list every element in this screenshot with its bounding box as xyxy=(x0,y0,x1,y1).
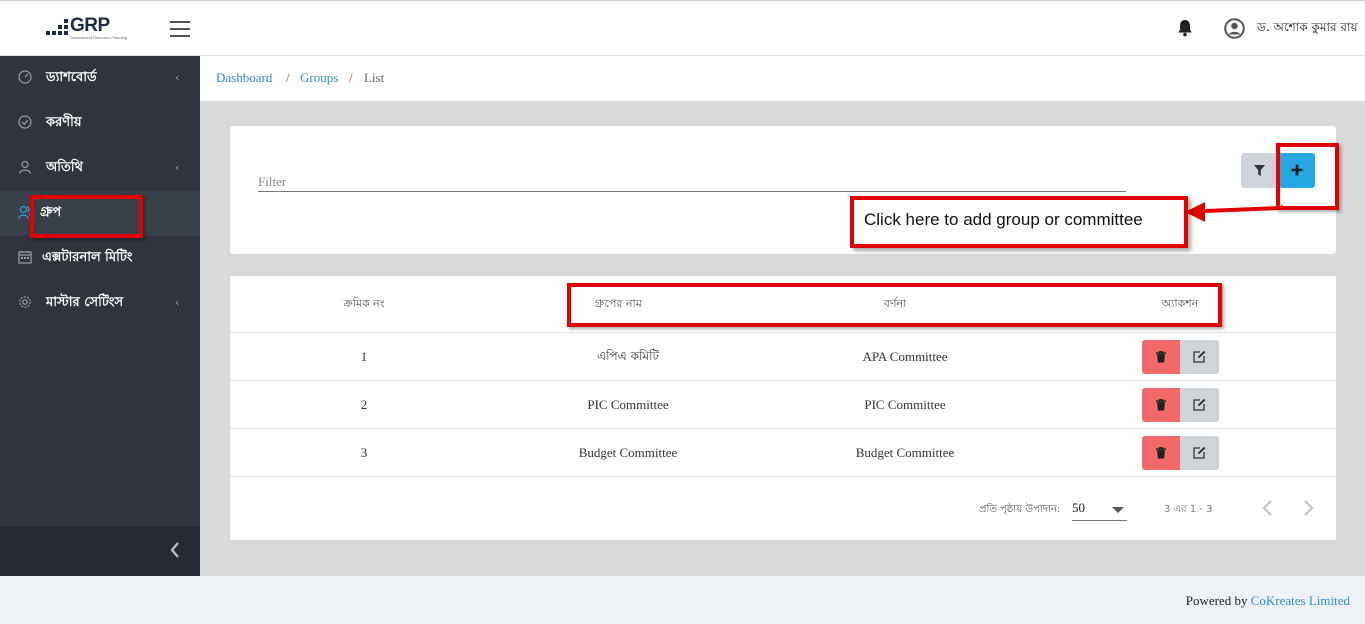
row-group-name: এপিএ কমিটি xyxy=(596,349,660,363)
breadcrumb-current: List xyxy=(364,70,385,85)
sidebar-item-label: অতিথি xyxy=(46,160,83,175)
company-link[interactable]: CoKreates Limited xyxy=(1251,593,1350,608)
logo-dots xyxy=(46,19,68,39)
page-range-label: 3 এর 1 - 3 xyxy=(1164,504,1213,515)
speedometer-icon xyxy=(18,70,32,84)
annotation-callout: Click here to add group or committee xyxy=(850,196,1188,248)
gear-icon xyxy=(19,296,31,308)
user-icon xyxy=(18,160,32,174)
edit-icon xyxy=(1193,398,1206,411)
edit-button[interactable] xyxy=(1180,340,1219,374)
caret-down-icon xyxy=(1112,507,1124,513)
row-description: Budget Committee xyxy=(855,445,955,460)
edit-button[interactable] xyxy=(1180,388,1219,422)
top-header: GRP Government Resource Planning ড. অশোক… xyxy=(0,0,1365,56)
sidebar-item-label: করণীয় xyxy=(46,115,82,130)
annotation-highlight-sidebar-groups xyxy=(30,195,143,238)
breadcrumb-separator: / xyxy=(349,70,353,85)
table-row: 2 PIC Committee PIC Committee xyxy=(230,380,1336,428)
grp-logo[interactable]: GRP Government Resource Planning xyxy=(46,15,127,43)
filter-button[interactable] xyxy=(1241,153,1278,188)
sidebar-item-label: এক্সটারনাল মিটিং xyxy=(42,250,133,265)
trash-icon xyxy=(1156,351,1166,363)
annotation-arrow-icon xyxy=(1185,202,1283,222)
delete-button[interactable] xyxy=(1142,388,1180,422)
annotation-callout-text: Click here to add group or committee xyxy=(864,210,1143,229)
items-per-page-label: প্রতি পৃষ্ঠায় উপাদান: xyxy=(979,504,1061,515)
table-row: 3 Budget Committee Budget Committee xyxy=(230,428,1336,476)
annotation-highlight-table-headers xyxy=(567,283,1222,327)
powered-by: Powered by CoKreates Limited xyxy=(1186,593,1350,609)
delete-button[interactable] xyxy=(1142,340,1180,374)
row-description: PIC Committee xyxy=(864,397,946,412)
user-name[interactable]: ড. অশোক কুমার রায় xyxy=(1257,19,1358,39)
menu-toggle-icon[interactable] xyxy=(170,21,190,37)
row-group-name: Budget Committee xyxy=(578,445,678,460)
edit-icon xyxy=(1193,446,1206,459)
table-paginator: প্রতি পৃষ্ঠায় উপাদান: 50 3 এর 1 - 3 xyxy=(230,476,1336,540)
row-description: APA Committee xyxy=(862,349,948,364)
edit-button[interactable] xyxy=(1180,436,1219,470)
powered-by-label: Powered by xyxy=(1185,593,1248,608)
annotation-highlight-add-button xyxy=(1276,143,1339,210)
sidebar-item-label: ড্যাশবোর্ড xyxy=(46,70,97,85)
user-avatar-icon[interactable] xyxy=(1224,18,1245,39)
edit-icon xyxy=(1193,350,1206,363)
row-group-name: PIC Committee xyxy=(587,397,669,412)
breadcrumb-separator: / xyxy=(286,70,290,85)
column-header-serial: ক্রমিক নং xyxy=(343,297,385,310)
chevron-left-icon: ‹ xyxy=(175,296,180,309)
trash-icon xyxy=(1156,399,1166,411)
logo-text: GRP xyxy=(70,15,110,36)
logo-subtext: Government Resource Planning xyxy=(70,35,127,40)
trash-icon xyxy=(1156,447,1166,459)
sidebar-item-todo[interactable]: করণীয় xyxy=(0,101,200,146)
breadcrumb-groups[interactable]: Groups xyxy=(300,70,338,86)
funnel-icon xyxy=(1254,165,1265,176)
items-per-page-value: 50 xyxy=(1072,500,1085,515)
collapse-sidebar-icon[interactable] xyxy=(168,540,182,560)
table-row: 1 এপিএ কমিটি APA Committee xyxy=(230,332,1336,380)
delete-button[interactable] xyxy=(1142,436,1180,470)
items-per-page-select[interactable]: 50 xyxy=(1072,497,1127,521)
row-serial: 3 xyxy=(360,445,368,460)
sidebar-item-master-settings[interactable]: মাস্টার সেটিংস ‹ xyxy=(0,281,200,326)
chevron-left-icon: ‹ xyxy=(175,161,180,174)
sidebar-item-label: মাস্টার সেটিংস xyxy=(46,295,124,310)
notification-bell-icon[interactable] xyxy=(1177,19,1193,37)
check-circle-icon xyxy=(18,115,32,129)
row-serial: 1 xyxy=(360,349,368,364)
sidebar-footer xyxy=(0,526,200,576)
filter-input[interactable] xyxy=(258,166,1126,192)
chevron-left-icon: ‹ xyxy=(175,71,180,84)
sidebar: ড্যাশবোর্ড ‹ করণীয় অতিথি ‹ গ্রুপ এক্সটা… xyxy=(0,56,200,576)
sidebar-item-dashboard[interactable]: ড্যাশবোর্ড ‹ xyxy=(0,56,200,101)
sidebar-item-external-meeting[interactable]: এক্সটারনাল মিটিং xyxy=(0,236,200,281)
page-footer: Powered by CoKreates Limited xyxy=(0,576,1365,624)
calendar-icon xyxy=(18,251,32,264)
sidebar-item-guests[interactable]: অতিথি ‹ xyxy=(0,146,200,191)
breadcrumb: Dashboard / Groups / List xyxy=(200,56,1365,101)
row-serial: 2 xyxy=(360,397,368,412)
breadcrumb-dashboard[interactable]: Dashboard xyxy=(216,70,272,86)
previous-page-icon[interactable] xyxy=(1260,499,1276,517)
next-page-icon[interactable] xyxy=(1300,499,1316,517)
